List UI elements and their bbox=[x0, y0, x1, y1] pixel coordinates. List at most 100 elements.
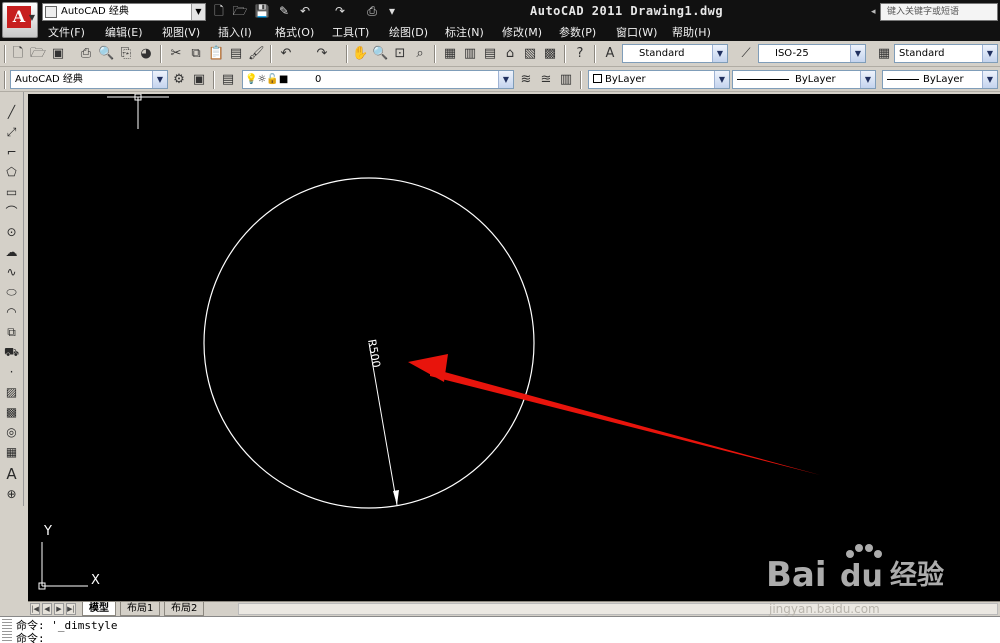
workspace-settings-icon[interactable]: ⚙ bbox=[171, 72, 187, 88]
drawing-canvas[interactable]: R500 Y X Bai du 经验 bbox=[28, 94, 1000, 601]
3d-dwf-icon[interactable]: ◕ bbox=[138, 46, 154, 62]
line-icon[interactable]: ╱ bbox=[3, 104, 20, 121]
rectangle-icon[interactable]: ▭ bbox=[3, 184, 20, 201]
new-file-icon[interactable]: 🗋 bbox=[211, 4, 227, 19]
circle-icon[interactable]: ⊙ bbox=[3, 224, 20, 241]
multiline-text-icon[interactable]: A bbox=[3, 466, 20, 483]
spline-icon[interactable]: ∿ bbox=[3, 264, 20, 281]
dimension-style-select[interactable]: ISO-25 ▼ bbox=[758, 44, 866, 63]
menu-parametric[interactable]: 参数(P) bbox=[559, 25, 596, 40]
chevron-down-icon[interactable]: ▼ bbox=[498, 71, 513, 88]
revision-cloud-icon[interactable]: ☁ bbox=[3, 244, 20, 261]
arc-icon[interactable]: ⌒ bbox=[3, 204, 20, 221]
menu-draw[interactable]: 绘图(D) bbox=[389, 25, 428, 40]
tool-palettes-icon[interactable]: ▤ bbox=[482, 46, 498, 62]
chevron-down-icon[interactable]: ▼ bbox=[860, 71, 875, 88]
workspace-select[interactable]: AutoCAD 经典 ▼ bbox=[10, 70, 168, 89]
cut-icon[interactable]: ✂ bbox=[168, 46, 184, 62]
menu-help[interactable]: 帮助(H) bbox=[672, 25, 711, 40]
paste-block-icon[interactable]: ▤ bbox=[228, 46, 244, 62]
markup-icon[interactable]: ▧ bbox=[522, 46, 538, 62]
open-file-icon[interactable]: 🗁 bbox=[232, 4, 248, 19]
open-icon[interactable]: 🗁 bbox=[30, 46, 46, 62]
linetype-select[interactable]: ByLayer ▼ bbox=[732, 70, 876, 89]
command-line-window[interactable]: 命令: '_dimstyle 命令: bbox=[0, 616, 1000, 643]
sheet-set-icon[interactable]: ⌂ bbox=[502, 46, 518, 62]
expand-triangle-icon[interactable]: ◂ bbox=[871, 4, 876, 20]
last-tab-icon[interactable]: ▶| bbox=[66, 603, 76, 615]
layer-previous-icon[interactable]: ≊ bbox=[538, 72, 554, 88]
table-icon[interactable]: ▦ bbox=[3, 444, 20, 461]
polyline-icon[interactable]: ⌐ bbox=[3, 144, 20, 161]
chevron-down-icon[interactable]: ▼ bbox=[714, 71, 729, 88]
tab-layout2[interactable]: 布局2 bbox=[164, 602, 205, 616]
help-search-input[interactable]: ◂ 键入关键字或短语 bbox=[871, 3, 998, 21]
new-icon[interactable]: 🗋 bbox=[10, 46, 26, 62]
zoom-previous-icon[interactable]: ⌕ bbox=[412, 46, 428, 62]
menu-tools[interactable]: 工具(T) bbox=[332, 25, 369, 40]
paste-icon[interactable]: 📋 bbox=[208, 46, 224, 62]
menu-window[interactable]: 窗口(W) bbox=[616, 25, 657, 40]
properties-icon[interactable]: ▦ bbox=[442, 46, 458, 62]
menu-file[interactable]: 文件(F) bbox=[48, 25, 85, 40]
customize-qat-icon[interactable]: ▾ bbox=[384, 4, 400, 19]
command-line-grip[interactable] bbox=[2, 619, 12, 643]
lineweight-select[interactable]: ByLayer ▼ bbox=[882, 70, 998, 89]
layer-properties-icon[interactable]: ▤ bbox=[220, 72, 236, 88]
match-properties-icon[interactable]: 🖌 bbox=[248, 46, 265, 62]
chevron-down-icon[interactable]: ▼ bbox=[152, 71, 167, 88]
copy-icon[interactable]: ⧉ bbox=[188, 46, 204, 62]
chevron-down-icon[interactable]: ▼ bbox=[982, 45, 997, 62]
polygon-icon[interactable]: ⬠ bbox=[3, 164, 20, 181]
point-icon[interactable]: · bbox=[3, 364, 20, 381]
zoom-realtime-icon[interactable]: 🔍 bbox=[372, 46, 388, 62]
save-icon[interactable]: 💾 bbox=[254, 4, 270, 19]
menu-format[interactable]: 格式(O) bbox=[275, 25, 314, 40]
menu-modify[interactable]: 修改(M) bbox=[502, 25, 542, 40]
zoom-window-icon[interactable]: ⊡ bbox=[392, 46, 408, 62]
construction-line-icon[interactable]: ⤢ bbox=[3, 124, 20, 141]
hatch-icon[interactable]: ▨ bbox=[3, 384, 20, 401]
tab-model[interactable]: 模型 bbox=[82, 602, 116, 616]
menu-view[interactable]: 视图(V) bbox=[162, 25, 200, 40]
horizontal-scrollbar[interactable]: jingyan.baidu.com bbox=[238, 602, 998, 616]
layer-state-icon[interactable]: ▥ bbox=[558, 72, 574, 88]
table-style-icon[interactable]: ▦ bbox=[876, 46, 892, 62]
undo-icon[interactable]: ↶ bbox=[278, 46, 294, 62]
chevron-down-icon[interactable]: ▼ bbox=[191, 4, 205, 20]
prev-tab-icon[interactable]: ◀ bbox=[42, 603, 52, 615]
clean-screen-icon[interactable]: ▣ bbox=[191, 72, 207, 88]
dimension-style-icon[interactable]: ⟋ bbox=[738, 46, 754, 62]
ellipse-icon[interactable]: ⬭ bbox=[3, 284, 20, 301]
command-prompt[interactable]: 命令: bbox=[16, 632, 45, 643]
calculator-icon[interactable]: ▩ bbox=[542, 46, 558, 62]
make-block-icon[interactable]: ⛟ bbox=[3, 344, 20, 361]
layer-select[interactable]: 💡☼🔓■ 0 ▼ bbox=[242, 70, 514, 89]
gradient-icon[interactable]: ▩ bbox=[3, 404, 20, 421]
color-select[interactable]: ByLayer ▼ bbox=[588, 70, 730, 89]
menu-dimension[interactable]: 标注(N) bbox=[445, 25, 484, 40]
table-style-select[interactable]: Standard ▼ bbox=[894, 44, 998, 63]
add-selected-icon[interactable]: ⊕ bbox=[3, 486, 20, 503]
tab-layout1[interactable]: 布局1 bbox=[120, 602, 161, 616]
undo-icon[interactable]: ↶ bbox=[297, 4, 313, 19]
save-as-icon[interactable]: ✎ bbox=[276, 4, 292, 19]
plot-icon[interactable]: ⎙ bbox=[364, 4, 380, 19]
chevron-down-icon[interactable]: ▼ bbox=[850, 45, 865, 62]
text-style-select[interactable]: Standard ▼ bbox=[622, 44, 728, 63]
save-icon[interactable]: ▣ bbox=[50, 46, 66, 62]
make-current-icon[interactable]: ≋ bbox=[518, 72, 534, 88]
menu-edit[interactable]: 编辑(E) bbox=[105, 25, 143, 40]
workspace-switcher[interactable]: AutoCAD 经典 ▼ bbox=[42, 3, 206, 21]
region-icon[interactable]: ◎ bbox=[3, 424, 20, 441]
text-style-icon[interactable]: A bbox=[602, 46, 618, 62]
plot-icon[interactable]: ⎙ bbox=[78, 46, 94, 62]
publish-icon[interactable]: ⎘ bbox=[118, 46, 134, 62]
application-menu-button[interactable]: A ▼ bbox=[2, 2, 38, 38]
pan-icon[interactable]: ✋ bbox=[352, 46, 368, 62]
first-tab-icon[interactable]: |◀ bbox=[30, 603, 40, 615]
chevron-down-icon[interactable]: ▼ bbox=[982, 71, 997, 88]
menu-insert[interactable]: 插入(I) bbox=[218, 25, 252, 40]
chevron-down-icon[interactable]: ▼ bbox=[712, 45, 727, 62]
plot-preview-icon[interactable]: 🔍 bbox=[98, 46, 114, 62]
